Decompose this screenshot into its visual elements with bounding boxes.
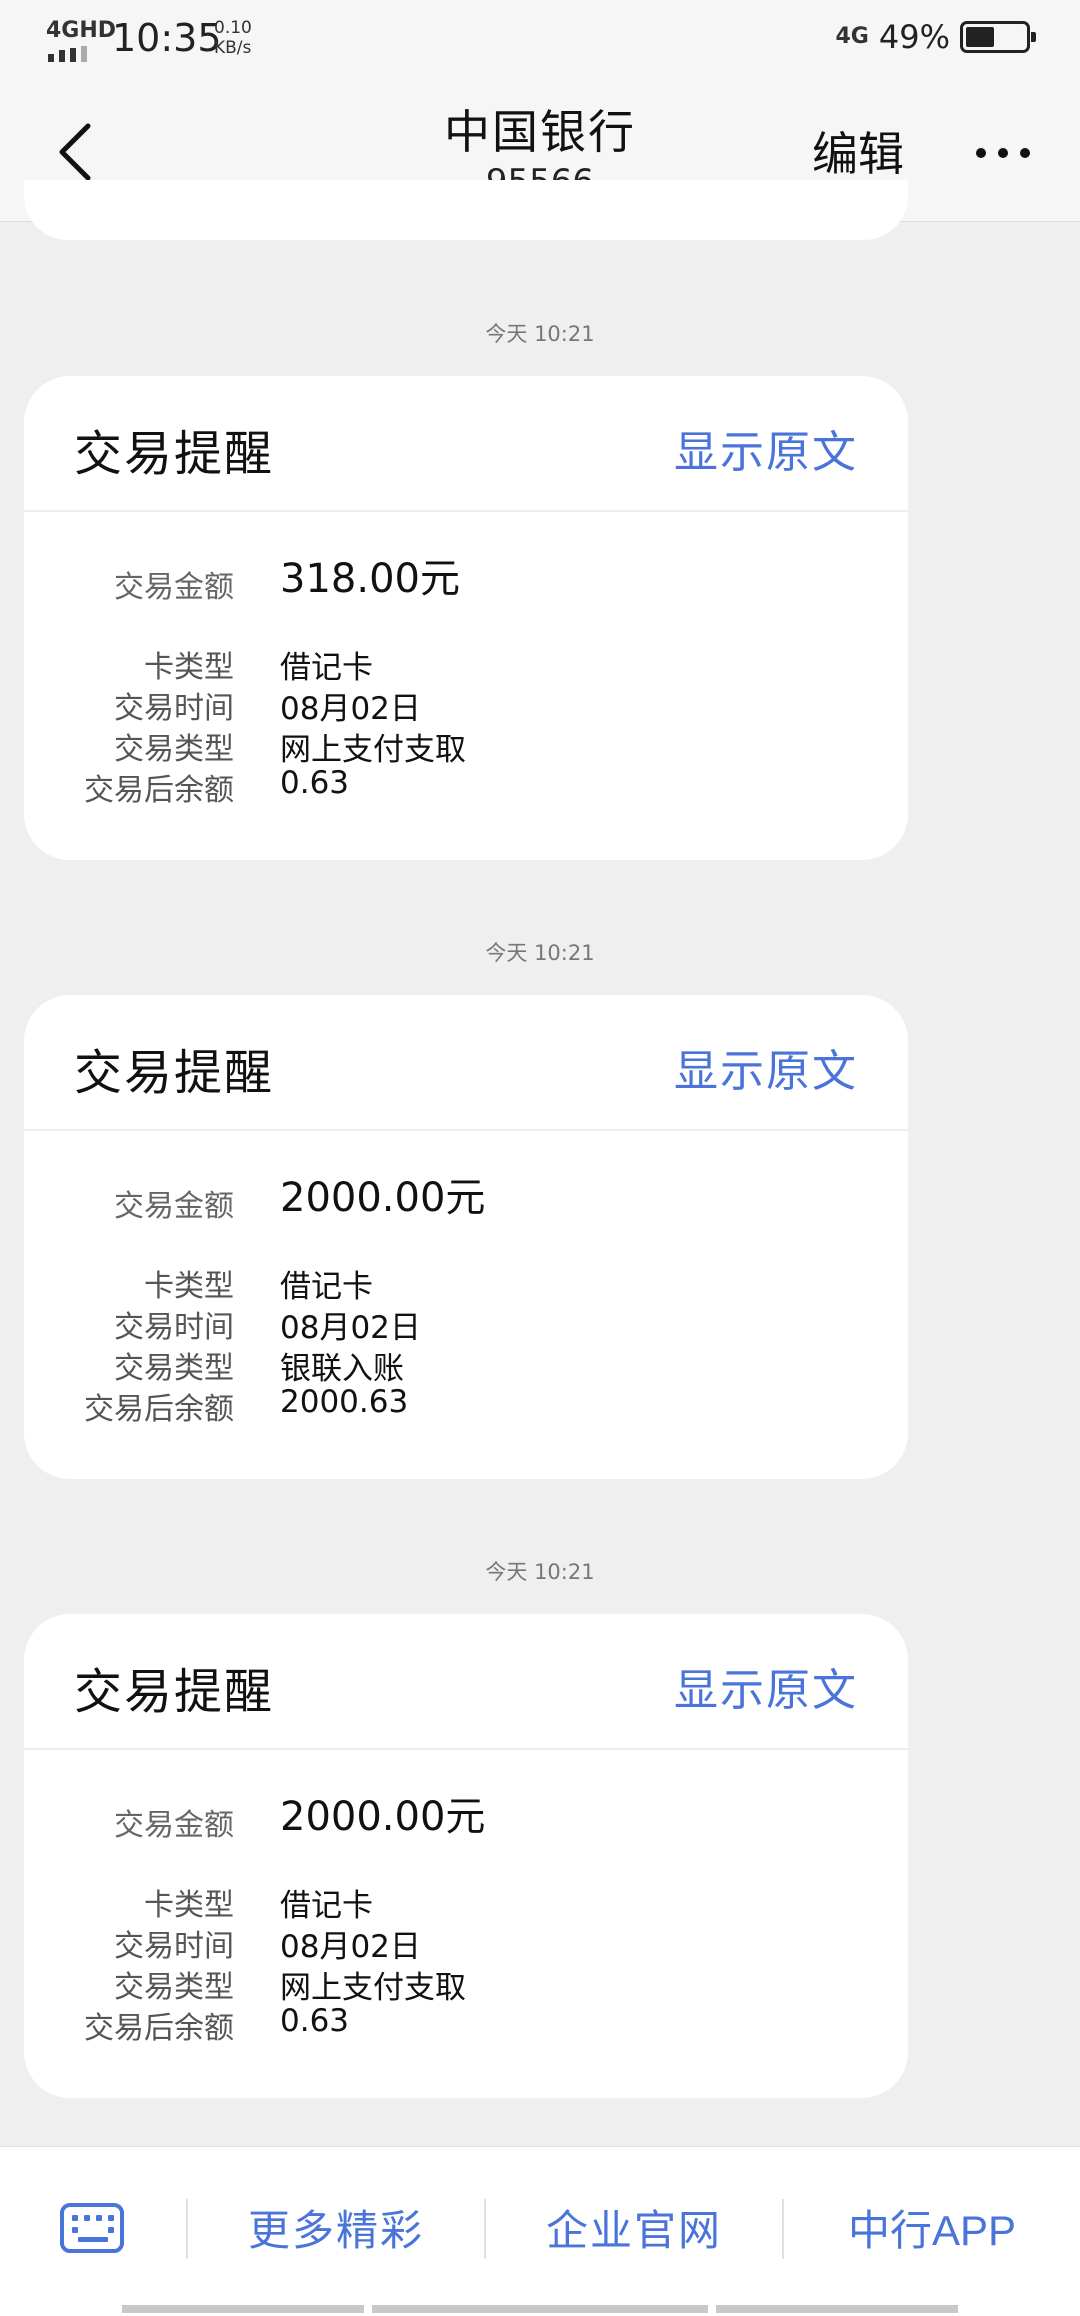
home-indicator — [716, 2305, 958, 2313]
detail-value: 借记卡 — [280, 1888, 373, 1924]
network-type-right: 4G — [835, 24, 869, 49]
menu-company-site[interactable]: 企业官网 — [494, 2197, 774, 2258]
more-icon[interactable] — [976, 148, 1030, 158]
detail-key: 交易类型 — [114, 732, 234, 767]
detail-value: 0.63 — [280, 765, 350, 801]
amount-value: 2000.00元 — [280, 1794, 486, 1840]
edit-button[interactable]: 编辑 — [812, 118, 904, 184]
transaction-card[interactable]: 交易提醒 显示原文 交易金额 2000.00元 卡类型 借记卡 交易时间 08月… — [24, 995, 908, 1479]
menu-divider — [186, 2199, 188, 2259]
card-title: 交易提醒 — [74, 1045, 275, 1101]
message-timestamp: 今天 10:21 — [485, 941, 595, 965]
show-original-link[interactable]: 显示原文 — [674, 1035, 858, 1099]
amount-value: 318.00元 — [280, 556, 460, 602]
detail-key: 交易时间 — [114, 1929, 234, 1964]
detail-row: 交易后余额 2000.63 — [24, 1384, 908, 1427]
detail-value: 网上支付支取 — [280, 1970, 466, 2006]
transaction-card[interactable]: 交易提醒 显示原文 交易金额 318.00元 卡类型 借记卡 交易时间 08月0… — [24, 376, 908, 860]
home-indicator — [372, 2305, 708, 2313]
card-title: 交易提醒 — [74, 1664, 275, 1720]
detail-key: 卡类型 — [144, 1888, 234, 1923]
detail-value: 银联入账 — [280, 1351, 404, 1387]
card-title: 交易提醒 — [74, 426, 275, 482]
signal-icon: 4GHD — [46, 18, 116, 62]
detail-key: 交易类型 — [114, 1970, 234, 2005]
status-bar: 4GHD 10:35 0.10 KB/s 4G 49% — [0, 0, 1080, 80]
detail-value: 借记卡 — [280, 1269, 373, 1305]
network-speed: 0.10 KB/s — [214, 18, 252, 58]
menu-divider — [484, 2199, 486, 2259]
detail-row: 交易时间 08月02日 — [24, 683, 908, 727]
detail-value: 网上支付支取 — [280, 732, 466, 768]
detail-key: 交易时间 — [114, 691, 234, 726]
detail-row: 卡类型 借记卡 — [24, 1261, 908, 1305]
amount-label: 交易金额 — [114, 1808, 234, 1843]
menu-more-highlights[interactable]: 更多精彩 — [196, 2197, 476, 2258]
detail-value: 08月02日 — [280, 1310, 421, 1346]
detail-row: 交易后余额 0.63 — [24, 765, 908, 808]
detail-row: 交易类型 银联入账 — [24, 1343, 908, 1387]
amount-value: 2000.00元 — [280, 1175, 486, 1221]
menu-divider — [782, 2199, 784, 2259]
detail-key: 交易时间 — [114, 1310, 234, 1345]
detail-key: 交易后余额 — [84, 1392, 234, 1427]
bottom-menu-bar: 更多精彩 企业官网 中行APP — [0, 2146, 1080, 2316]
detail-row: 交易类型 网上支付支取 — [24, 724, 908, 768]
amount-label: 交易金额 — [114, 1189, 234, 1224]
home-indicator — [122, 2305, 364, 2313]
message-timestamp: 今天 10:21 — [485, 322, 595, 346]
battery-icon — [960, 21, 1036, 53]
keyboard-icon[interactable] — [60, 2203, 124, 2253]
previous-message-card — [24, 180, 908, 240]
battery-percent: 49% — [878, 18, 950, 56]
status-time: 10:35 — [112, 16, 222, 60]
detail-value: 08月02日 — [280, 1929, 421, 1965]
detail-key: 交易类型 — [114, 1351, 234, 1386]
detail-row: 交易类型 网上支付支取 — [24, 1962, 908, 2006]
show-original-link[interactable]: 显示原文 — [674, 1654, 858, 1718]
detail-row: 交易时间 08月02日 — [24, 1302, 908, 1346]
contact-name: 中国银行 — [444, 105, 636, 159]
network-type-left: 4GHD — [46, 18, 117, 43]
detail-value: 借记卡 — [280, 650, 373, 686]
speed-value: 0.10 — [214, 18, 252, 38]
detail-row: 交易时间 08月02日 — [24, 1921, 908, 1965]
detail-key: 交易后余额 — [84, 2011, 234, 2046]
transaction-card[interactable]: 交易提醒 显示原文 交易金额 2000.00元 卡类型 借记卡 交易时间 08月… — [24, 1614, 908, 2098]
detail-key: 卡类型 — [144, 650, 234, 685]
detail-key: 交易后余额 — [84, 773, 234, 808]
detail-value: 0.63 — [280, 2003, 350, 2039]
detail-row: 卡类型 借记卡 — [24, 1880, 908, 1924]
detail-value: 08月02日 — [280, 691, 421, 727]
menu-boc-app[interactable]: 中行APP — [792, 2197, 1072, 2258]
speed-unit: KB/s — [214, 38, 252, 58]
detail-key: 卡类型 — [144, 1269, 234, 1304]
show-original-link[interactable]: 显示原文 — [674, 416, 858, 480]
detail-row: 卡类型 借记卡 — [24, 642, 908, 686]
amount-label: 交易金额 — [114, 570, 234, 605]
message-timestamp: 今天 10:21 — [485, 1560, 595, 1584]
detail-value: 2000.63 — [280, 1384, 409, 1420]
detail-row: 交易后余额 0.63 — [24, 2003, 908, 2046]
